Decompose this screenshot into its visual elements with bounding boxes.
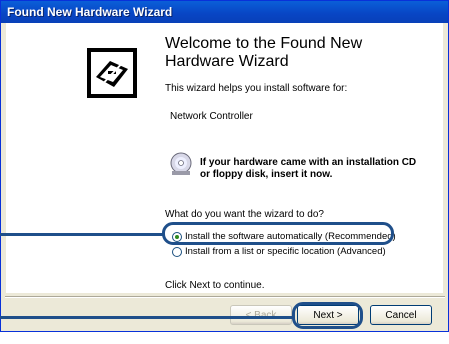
cd-notice-line-1: If your hardware came with an installati…: [200, 157, 417, 168]
option-label: Install the software automatically (Reco…: [185, 231, 396, 242]
radio-button[interactable]: [172, 246, 182, 257]
cd-disk-icon: [170, 152, 192, 175]
heading-line-2: Hardware Wizard: [165, 53, 289, 70]
cd-notice: If your hardware came with an installati…: [200, 157, 440, 181]
next-callout-pointer: [0, 316, 293, 319]
footer-divider: [5, 296, 445, 298]
device-name: Network Controller: [170, 111, 253, 122]
question-label: What do you want the wizard to do?: [165, 209, 324, 220]
back-button[interactable]: < Back: [230, 305, 292, 325]
cd-notice-line-2: or floppy disk, insert it now.: [200, 169, 333, 180]
next-button[interactable]: Next >: [297, 305, 359, 325]
option-callout-pointer: [0, 233, 163, 236]
cancel-button[interactable]: Cancel: [370, 305, 432, 325]
radio-button-selected[interactable]: [172, 231, 182, 242]
wizard-side-panel: [6, 23, 158, 293]
wizard-heading: Welcome to the Found New Hardware Wizard: [165, 35, 435, 71]
hardware-wizard-icon: [87, 48, 137, 98]
continue-hint: Click Next to continue.: [165, 280, 265, 291]
title-bar: Found New Hardware Wizard: [1, 1, 448, 23]
heading-line-1: Welcome to the Found New: [165, 35, 363, 52]
wizard-content: Welcome to the Found New Hardware Wizard…: [158, 23, 443, 293]
intro-text: This wizard helps you install software f…: [165, 83, 348, 94]
option-install-automatically[interactable]: Install the software automatically (Reco…: [172, 231, 396, 242]
option-label: Install from a list or specific location…: [185, 246, 386, 257]
wizard-window: Found New Hardware Wizard Welcome to the…: [0, 0, 449, 332]
option-install-from-list[interactable]: Install from a list or specific location…: [172, 246, 386, 257]
